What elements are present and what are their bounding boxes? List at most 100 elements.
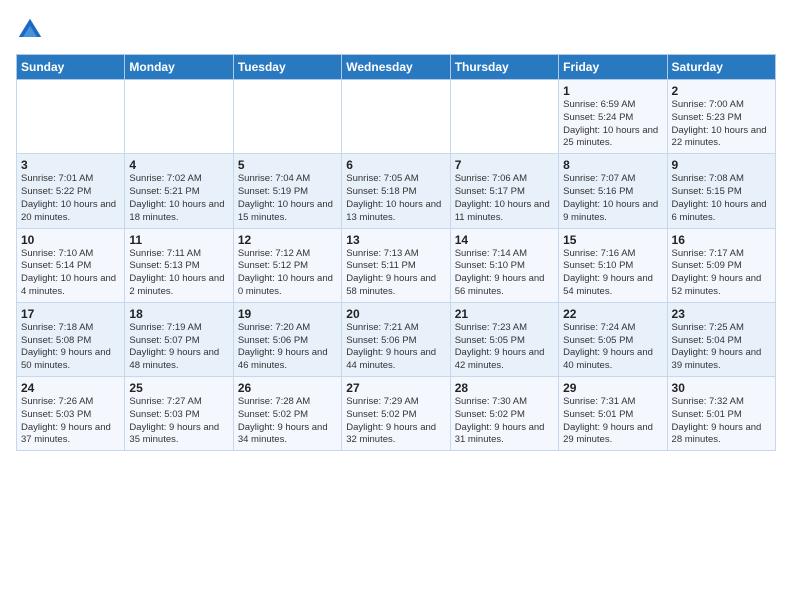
day-info: Sunrise: 7:32 AM Sunset: 5:01 PM Dayligh… (672, 396, 771, 447)
calendar-cell: 15Sunrise: 7:16 AM Sunset: 5:10 PM Dayli… (559, 228, 667, 302)
calendar-cell: 11Sunrise: 7:11 AM Sunset: 5:13 PM Dayli… (125, 228, 233, 302)
calendar-cell: 1Sunrise: 6:59 AM Sunset: 5:24 PM Daylig… (559, 80, 667, 154)
logo (16, 16, 48, 44)
day-info: Sunrise: 7:29 AM Sunset: 5:02 PM Dayligh… (346, 396, 445, 447)
day-number: 5 (238, 158, 337, 172)
calendar-cell: 3Sunrise: 7:01 AM Sunset: 5:22 PM Daylig… (17, 154, 125, 228)
day-number: 22 (563, 307, 662, 321)
day-info: Sunrise: 7:25 AM Sunset: 5:04 PM Dayligh… (672, 322, 771, 373)
day-number: 26 (238, 381, 337, 395)
calendar-cell (17, 80, 125, 154)
day-number: 7 (455, 158, 554, 172)
week-row-2: 3Sunrise: 7:01 AM Sunset: 5:22 PM Daylig… (17, 154, 776, 228)
day-info: Sunrise: 7:08 AM Sunset: 5:15 PM Dayligh… (672, 173, 771, 224)
day-info: Sunrise: 7:04 AM Sunset: 5:19 PM Dayligh… (238, 173, 337, 224)
calendar-cell: 10Sunrise: 7:10 AM Sunset: 5:14 PM Dayli… (17, 228, 125, 302)
day-number: 1 (563, 84, 662, 98)
calendar-cell: 5Sunrise: 7:04 AM Sunset: 5:19 PM Daylig… (233, 154, 341, 228)
day-number: 11 (129, 233, 228, 247)
day-info: Sunrise: 7:30 AM Sunset: 5:02 PM Dayligh… (455, 396, 554, 447)
calendar-table: SundayMondayTuesdayWednesdayThursdayFrid… (16, 54, 776, 451)
calendar-cell: 13Sunrise: 7:13 AM Sunset: 5:11 PM Dayli… (342, 228, 450, 302)
calendar-cell: 7Sunrise: 7:06 AM Sunset: 5:17 PM Daylig… (450, 154, 558, 228)
day-number: 30 (672, 381, 771, 395)
col-header-friday: Friday (559, 55, 667, 80)
header-row: SundayMondayTuesdayWednesdayThursdayFrid… (17, 55, 776, 80)
week-row-1: 1Sunrise: 6:59 AM Sunset: 5:24 PM Daylig… (17, 80, 776, 154)
calendar-cell: 29Sunrise: 7:31 AM Sunset: 5:01 PM Dayli… (559, 377, 667, 451)
col-header-tuesday: Tuesday (233, 55, 341, 80)
calendar-cell: 23Sunrise: 7:25 AM Sunset: 5:04 PM Dayli… (667, 302, 775, 376)
day-info: Sunrise: 7:20 AM Sunset: 5:06 PM Dayligh… (238, 322, 337, 373)
day-number: 21 (455, 307, 554, 321)
day-number: 25 (129, 381, 228, 395)
calendar-cell (233, 80, 341, 154)
calendar-cell: 22Sunrise: 7:24 AM Sunset: 5:05 PM Dayli… (559, 302, 667, 376)
day-info: Sunrise: 7:26 AM Sunset: 5:03 PM Dayligh… (21, 396, 120, 447)
day-info: Sunrise: 7:12 AM Sunset: 5:12 PM Dayligh… (238, 248, 337, 299)
day-number: 20 (346, 307, 445, 321)
calendar-cell: 21Sunrise: 7:23 AM Sunset: 5:05 PM Dayli… (450, 302, 558, 376)
calendar-cell: 19Sunrise: 7:20 AM Sunset: 5:06 PM Dayli… (233, 302, 341, 376)
calendar-cell (450, 80, 558, 154)
calendar-cell: 20Sunrise: 7:21 AM Sunset: 5:06 PM Dayli… (342, 302, 450, 376)
calendar-cell: 28Sunrise: 7:30 AM Sunset: 5:02 PM Dayli… (450, 377, 558, 451)
day-number: 10 (21, 233, 120, 247)
day-info: Sunrise: 7:27 AM Sunset: 5:03 PM Dayligh… (129, 396, 228, 447)
col-header-monday: Monday (125, 55, 233, 80)
calendar-cell: 6Sunrise: 7:05 AM Sunset: 5:18 PM Daylig… (342, 154, 450, 228)
col-header-wednesday: Wednesday (342, 55, 450, 80)
calendar-cell: 26Sunrise: 7:28 AM Sunset: 5:02 PM Dayli… (233, 377, 341, 451)
week-row-3: 10Sunrise: 7:10 AM Sunset: 5:14 PM Dayli… (17, 228, 776, 302)
page: SundayMondayTuesdayWednesdayThursdayFrid… (0, 0, 792, 461)
day-info: Sunrise: 7:07 AM Sunset: 5:16 PM Dayligh… (563, 173, 662, 224)
day-info: Sunrise: 7:02 AM Sunset: 5:21 PM Dayligh… (129, 173, 228, 224)
calendar-cell: 4Sunrise: 7:02 AM Sunset: 5:21 PM Daylig… (125, 154, 233, 228)
week-row-4: 17Sunrise: 7:18 AM Sunset: 5:08 PM Dayli… (17, 302, 776, 376)
day-number: 16 (672, 233, 771, 247)
calendar-cell: 18Sunrise: 7:19 AM Sunset: 5:07 PM Dayli… (125, 302, 233, 376)
day-number: 27 (346, 381, 445, 395)
day-number: 28 (455, 381, 554, 395)
day-info: Sunrise: 7:11 AM Sunset: 5:13 PM Dayligh… (129, 248, 228, 299)
day-number: 14 (455, 233, 554, 247)
day-number: 19 (238, 307, 337, 321)
day-number: 6 (346, 158, 445, 172)
col-header-thursday: Thursday (450, 55, 558, 80)
day-number: 18 (129, 307, 228, 321)
col-header-sunday: Sunday (17, 55, 125, 80)
day-info: Sunrise: 7:23 AM Sunset: 5:05 PM Dayligh… (455, 322, 554, 373)
calendar-cell: 8Sunrise: 7:07 AM Sunset: 5:16 PM Daylig… (559, 154, 667, 228)
day-info: Sunrise: 7:01 AM Sunset: 5:22 PM Dayligh… (21, 173, 120, 224)
day-info: Sunrise: 7:18 AM Sunset: 5:08 PM Dayligh… (21, 322, 120, 373)
day-info: Sunrise: 7:24 AM Sunset: 5:05 PM Dayligh… (563, 322, 662, 373)
day-info: Sunrise: 7:10 AM Sunset: 5:14 PM Dayligh… (21, 248, 120, 299)
calendar-cell: 16Sunrise: 7:17 AM Sunset: 5:09 PM Dayli… (667, 228, 775, 302)
day-info: Sunrise: 7:13 AM Sunset: 5:11 PM Dayligh… (346, 248, 445, 299)
day-info: Sunrise: 7:21 AM Sunset: 5:06 PM Dayligh… (346, 322, 445, 373)
day-info: Sunrise: 7:17 AM Sunset: 5:09 PM Dayligh… (672, 248, 771, 299)
day-info: Sunrise: 7:31 AM Sunset: 5:01 PM Dayligh… (563, 396, 662, 447)
calendar-cell: 24Sunrise: 7:26 AM Sunset: 5:03 PM Dayli… (17, 377, 125, 451)
day-number: 9 (672, 158, 771, 172)
calendar-cell: 12Sunrise: 7:12 AM Sunset: 5:12 PM Dayli… (233, 228, 341, 302)
day-number: 23 (672, 307, 771, 321)
day-number: 29 (563, 381, 662, 395)
day-number: 24 (21, 381, 120, 395)
day-info: Sunrise: 7:00 AM Sunset: 5:23 PM Dayligh… (672, 99, 771, 150)
day-info: Sunrise: 7:19 AM Sunset: 5:07 PM Dayligh… (129, 322, 228, 373)
calendar-cell: 17Sunrise: 7:18 AM Sunset: 5:08 PM Dayli… (17, 302, 125, 376)
calendar-cell: 25Sunrise: 7:27 AM Sunset: 5:03 PM Dayli… (125, 377, 233, 451)
header (16, 16, 776, 44)
calendar-cell: 27Sunrise: 7:29 AM Sunset: 5:02 PM Dayli… (342, 377, 450, 451)
day-info: Sunrise: 7:06 AM Sunset: 5:17 PM Dayligh… (455, 173, 554, 224)
day-number: 4 (129, 158, 228, 172)
day-number: 12 (238, 233, 337, 247)
day-info: Sunrise: 6:59 AM Sunset: 5:24 PM Dayligh… (563, 99, 662, 150)
day-info: Sunrise: 7:14 AM Sunset: 5:10 PM Dayligh… (455, 248, 554, 299)
day-info: Sunrise: 7:05 AM Sunset: 5:18 PM Dayligh… (346, 173, 445, 224)
calendar-cell (342, 80, 450, 154)
col-header-saturday: Saturday (667, 55, 775, 80)
day-number: 2 (672, 84, 771, 98)
day-number: 13 (346, 233, 445, 247)
